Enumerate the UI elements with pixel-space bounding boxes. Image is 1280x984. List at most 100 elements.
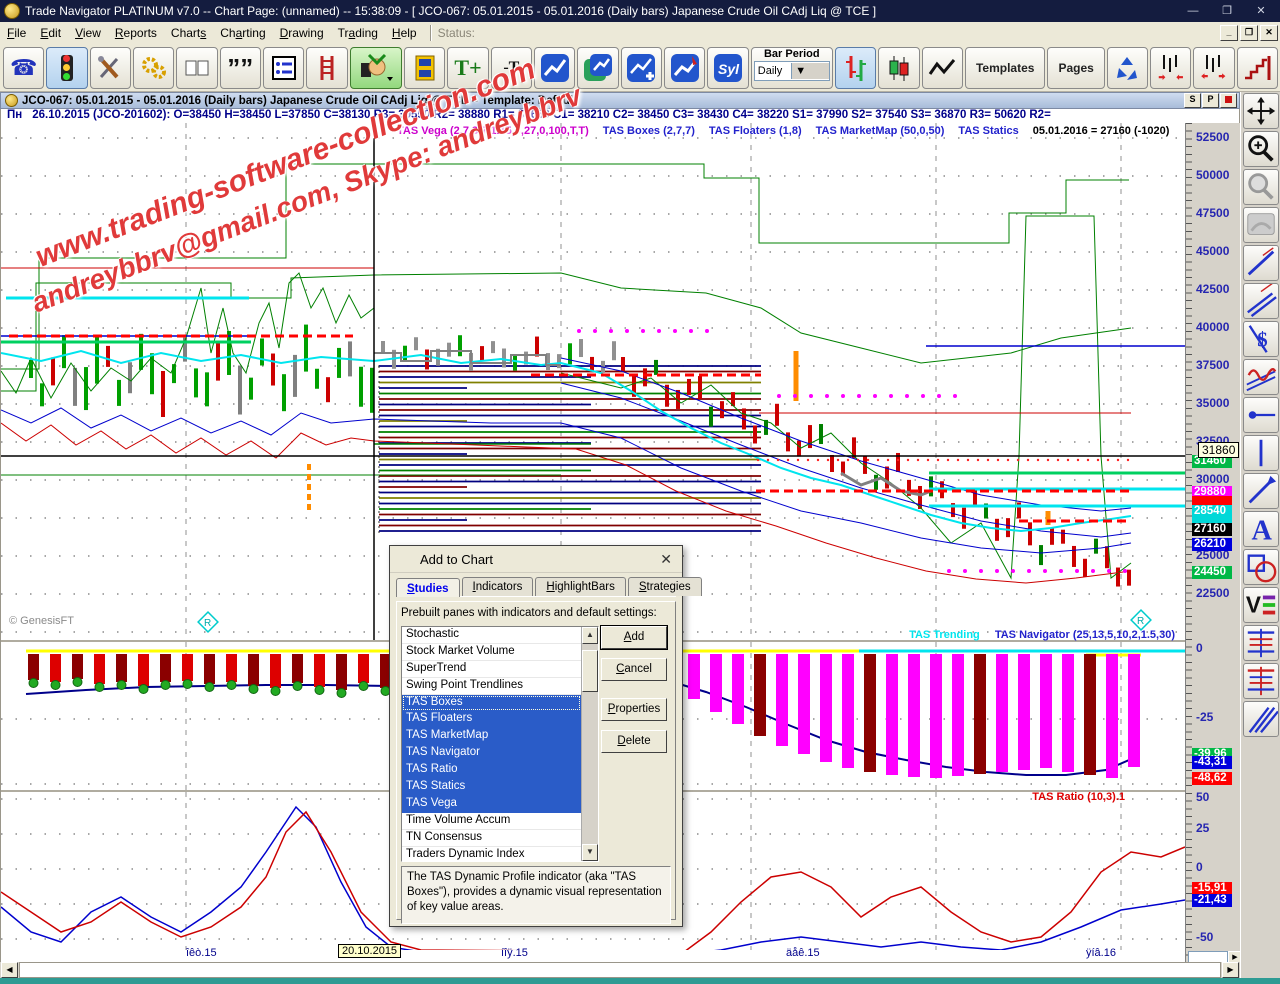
tool-zoom-in[interactable] (1243, 131, 1279, 167)
tool-price-line[interactable]: $ (1243, 321, 1279, 357)
scroll-left-icon[interactable]: ◀ (1, 962, 18, 978)
cancel-button[interactable]: Cancel (601, 658, 667, 681)
list-item[interactable]: Stock Market Volume (402, 644, 581, 661)
studies-listbox[interactable]: StochasticStock Market VolumeSuperTrendS… (401, 626, 599, 862)
tool-ray[interactable] (1243, 397, 1279, 433)
remove-text-button[interactable]: -T (491, 47, 532, 89)
tools-button[interactable] (90, 47, 131, 89)
candle-chart-type-button[interactable] (878, 47, 919, 89)
horizontal-scrollbar[interactable]: ◀ ▶ (0, 962, 1240, 978)
tab-highlightbars[interactable]: HighlightBars (535, 577, 625, 596)
menu-drawing[interactable]: Drawing (273, 23, 331, 43)
pages-button[interactable]: Pages (1047, 47, 1104, 89)
mdi-restore-button[interactable]: ❐ (1240, 25, 1258, 41)
tool-text-tool[interactable]: A (1243, 511, 1279, 547)
menu-trading[interactable]: Trading (331, 23, 385, 43)
scroll-right-icon[interactable]: ▶ (1222, 962, 1239, 978)
scroll-thumb[interactable] (582, 650, 598, 692)
dialog-title-bar[interactable]: Add to Chart ✕ (390, 546, 682, 573)
chart-close-button[interactable] (1220, 93, 1237, 108)
tool-fib-retracement[interactable] (1243, 625, 1279, 661)
tab-indicators[interactable]: Indicators (462, 577, 534, 596)
list-item[interactable]: Stochastic (402, 627, 581, 644)
tab-strategies[interactable]: Strategies (628, 577, 702, 596)
properties-button[interactable]: Properties (601, 698, 667, 721)
menu-help[interactable]: Help (385, 23, 424, 43)
templates-button[interactable]: Templates (965, 47, 1045, 89)
bar-chart-type-button[interactable] (835, 47, 876, 89)
add-chart-button[interactable] (621, 47, 662, 89)
list-item[interactable]: SuperTrend (402, 661, 581, 678)
tool-trendline[interactable] (1243, 245, 1279, 281)
scale-steps-button[interactable] (1237, 47, 1278, 89)
tool-zoom-out[interactable] (1243, 169, 1279, 205)
list-item[interactable]: TAS MarketMap (402, 728, 581, 745)
watchlist-button[interactable] (263, 47, 304, 89)
tool-cycle-lines[interactable] (1243, 359, 1279, 395)
scroll-up-icon[interactable]: ▲ (582, 627, 598, 644)
menu-reports[interactable]: Reports (108, 23, 164, 43)
refresh-button[interactable] (1107, 47, 1148, 89)
menu-charting[interactable]: Charting (213, 23, 272, 43)
line-chart-type-button[interactable] (922, 47, 963, 89)
expand-bars-button[interactable] (1193, 47, 1234, 89)
delete-button[interactable]: Delete (601, 730, 667, 753)
chevron-down-icon[interactable]: ▼ (791, 63, 829, 79)
ladder-button[interactable] (306, 47, 347, 89)
menu-charts[interactable]: Charts (164, 23, 213, 43)
tab-studies[interactable]: Studies (396, 578, 460, 597)
chart-window-header[interactable]: JCO-067: 05.01.2015 - 05.01.2016 (Daily … (0, 92, 1240, 109)
minimize-button[interactable]: — (1178, 3, 1208, 19)
bar-period-select[interactable]: Daily ▼ (754, 61, 830, 81)
menu-file[interactable]: File (0, 23, 33, 43)
tool-arrow[interactable] (1243, 473, 1279, 509)
signals-button[interactable] (46, 47, 87, 89)
list-item[interactable]: TN Consensus (402, 830, 581, 847)
settings-button[interactable] (133, 47, 174, 89)
list-item[interactable]: TAS Navigator (402, 745, 581, 762)
data-feed-button[interactable]: ☎ (3, 47, 44, 89)
add-text-button[interactable]: T+ (447, 47, 488, 89)
duplicate-chart-button[interactable] (577, 47, 618, 89)
new-chart-button[interactable] (534, 47, 575, 89)
list-item[interactable]: Swing Point Trendlines (402, 678, 581, 695)
price-axis[interactable]: 31860 ▶ 52500500004750045000425004000037… (1185, 123, 1240, 962)
tool-parallel-lines[interactable] (1243, 283, 1279, 319)
scrollbar-track[interactable] (19, 962, 1221, 978)
mdi-minimize-button[interactable]: _ (1220, 25, 1238, 41)
mdi-close-button[interactable]: ✕ (1260, 25, 1278, 41)
properties-button[interactable]: P (1202, 93, 1219, 108)
film-button[interactable] (404, 47, 445, 89)
list-item[interactable]: TAS Floaters (402, 711, 581, 728)
list-scrollbar[interactable]: ▲ ▼ (581, 627, 598, 861)
windows-button[interactable] (176, 47, 217, 89)
trade-button[interactable] (350, 47, 403, 89)
list-item[interactable]: TAS Boxes (402, 695, 581, 712)
list-item[interactable]: TAS Ratio (402, 762, 581, 779)
status-label: Status: (438, 26, 475, 40)
maximize-button[interactable]: ❐ (1212, 3, 1242, 19)
add-button[interactable]: Add (601, 626, 667, 649)
scroll-down-icon[interactable]: ▼ (582, 844, 598, 861)
tool-vertical-line[interactable] (1243, 435, 1279, 471)
list-item[interactable]: TAS Vega (402, 796, 581, 813)
symbol-lookup-button[interactable]: Syl (707, 47, 748, 89)
list-item[interactable]: Traders Dynamic Index (402, 847, 581, 862)
tool-snapshot[interactable] (1243, 207, 1279, 243)
compress-bars-button[interactable] (1150, 47, 1191, 89)
mark-chart-button[interactable] (664, 47, 705, 89)
menu-edit[interactable]: Edit (33, 23, 68, 43)
tool-fib-extension[interactable] (1243, 663, 1279, 699)
menu-view[interactable]: View (68, 23, 108, 43)
pages-label: Pages (1058, 61, 1093, 75)
list-item[interactable]: Time Volume Accum (402, 813, 581, 830)
close-button[interactable]: ✕ (1246, 3, 1276, 19)
dialog-close-icon[interactable]: ✕ (660, 551, 672, 568)
tool-shapes[interactable] (1243, 549, 1279, 585)
tool-values[interactable]: V (1243, 587, 1279, 623)
quotes-button[interactable]: ”” (220, 47, 261, 89)
scale-button[interactable]: S (1184, 93, 1201, 108)
tool-gann-angles[interactable] (1243, 701, 1279, 737)
list-item[interactable]: TAS Statics (402, 779, 581, 796)
tool-move-tool[interactable] (1243, 93, 1279, 129)
